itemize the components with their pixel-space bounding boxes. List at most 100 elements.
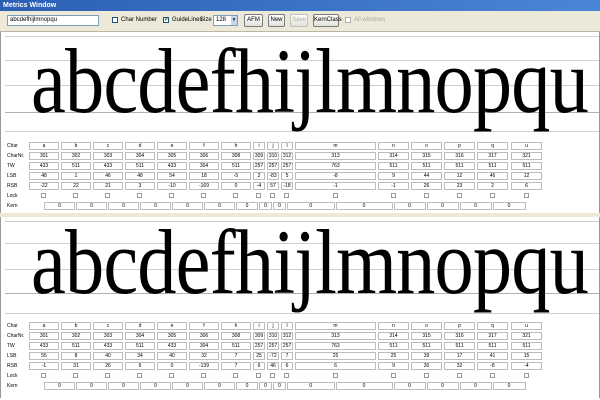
kern-field[interactable]: 0 [76,382,107,390]
charnr-field[interactable]: 308 [221,332,251,340]
lsb-field[interactable]: 1 [61,172,91,180]
kern-field[interactable]: 0 [273,202,286,210]
tw-field[interactable]: 433 [157,162,187,170]
lock-checkbox[interactable] [73,373,78,378]
rsb-field[interactable]: 6 [511,182,542,190]
kern-field[interactable]: 0 [492,202,526,210]
charnr-field[interactable]: 303 [93,332,123,340]
lsb-field[interactable]: 25 [378,352,409,360]
tw-field[interactable]: 433 [29,342,59,350]
kern-field[interactable]: 0 [236,382,258,390]
char-number-checkbox[interactable] [112,17,118,23]
rsb-field[interactable]: 57 [267,182,279,190]
kern-field[interactable]: 0 [140,202,171,210]
lsb-field[interactable]: 7 [281,352,293,360]
lock-checkbox[interactable] [233,193,238,198]
lsb-field[interactable]: 15 [511,352,542,360]
tw-field[interactable]: 511 [221,342,251,350]
lock-checkbox[interactable] [523,373,529,378]
tw-field[interactable]: 433 [29,162,59,170]
rsb-field[interactable]: 2 [477,182,508,190]
lsb-field[interactable]: -8 [295,172,376,180]
kern-field[interactable]: 0 [44,202,75,210]
charnr-field[interactable]: 312 [281,332,293,340]
tw-field[interactable]: 511 [378,162,409,170]
lock-checkbox[interactable] [256,193,261,198]
lsb-field[interactable]: 54 [157,172,187,180]
charnr-field[interactable]: 321 [511,152,542,160]
lock-checkbox[interactable] [423,373,429,378]
lsb-field[interactable]: 40 [157,352,187,360]
new-button[interactable]: New [268,14,285,27]
kern-field[interactable]: 0 [259,382,272,390]
lsb-field[interactable]: 25 [253,352,265,360]
rsb-field[interactable]: -169 [189,182,219,190]
charnr-field[interactable]: 301 [29,152,59,160]
tw-field[interactable]: 511 [125,162,155,170]
charnr-field[interactable]: 316 [444,332,475,340]
tw-field[interactable]: 433 [93,342,123,350]
lock-checkbox[interactable] [489,373,495,378]
kern-field[interactable]: 0 [492,382,526,390]
text-input[interactable]: abcdefhijlmnopqu [7,15,99,26]
tw-field[interactable]: 257 [253,342,265,350]
kern-field[interactable]: 0 [204,382,235,390]
lsb-field[interactable]: 44 [411,172,442,180]
kern-field[interactable]: 0 [172,382,203,390]
kern-field[interactable]: 0 [76,202,107,210]
lsb-field[interactable]: 12 [444,172,475,180]
tw-field[interactable]: 511 [477,342,508,350]
lock-checkbox[interactable] [390,373,396,378]
lock-checkbox[interactable] [284,193,289,198]
tw-field[interactable]: 257 [281,162,293,170]
charnr-field[interactable]: 306 [189,152,219,160]
tw-field[interactable]: 511 [444,342,475,350]
lsb-field[interactable]: 46 [93,172,123,180]
kern-field[interactable]: 0 [259,202,272,210]
rsb-field[interactable]: -1 [295,182,376,190]
rsb-field[interactable]: -18 [281,182,293,190]
kern-field[interactable]: 0 [287,202,335,210]
tw-field[interactable]: 511 [125,342,155,350]
all-windows-checkbox[interactable] [345,17,351,23]
tw-field[interactable]: 304 [189,162,219,170]
charnr-field[interactable]: 304 [125,332,155,340]
lsb-field[interactable]: 2 [253,172,265,180]
tw-field[interactable]: 763 [295,342,376,350]
kern-field[interactable]: 0 [140,382,171,390]
save-button[interactable]: Save [290,14,308,27]
lsb-field[interactable]: 46 [477,172,508,180]
charnr-field[interactable]: 301 [29,332,59,340]
lsb-field[interactable]: 12 [511,172,542,180]
charnr-field[interactable]: 317 [477,152,508,160]
lock-checkbox[interactable] [41,193,46,198]
lock-checkbox[interactable] [137,373,142,378]
tw-field[interactable]: 511 [378,342,409,350]
charnr-field[interactable]: 315 [411,332,442,340]
rsb-field[interactable]: -139 [189,362,219,370]
rsb-field[interactable]: -1 [29,362,59,370]
charnr-field[interactable]: 310 [267,332,279,340]
charnr-field[interactable]: 321 [511,332,542,340]
lsb-field[interactable]: -83 [267,172,279,180]
kern-field[interactable]: 0 [172,202,203,210]
rsb-field[interactable]: 22 [61,182,91,190]
kern-field[interactable]: 0 [459,382,492,390]
lock-checkbox[interactable] [456,373,462,378]
lock-checkbox[interactable] [169,193,174,198]
rsb-field[interactable]: 6 [281,362,293,370]
rsb-field[interactable]: 0 [157,362,187,370]
tw-field[interactable]: 257 [281,342,293,350]
lock-checkbox[interactable] [41,373,46,378]
rsb-field[interactable]: 9 [378,362,409,370]
charnr-field[interactable]: 313 [295,152,376,160]
lock-checkbox[interactable] [332,193,338,198]
charnr-field[interactable]: 317 [477,332,508,340]
rsb-field[interactable]: 26 [411,182,442,190]
rsb-field[interactable]: -10 [157,182,187,190]
lock-checkbox[interactable] [256,373,261,378]
rsb-field[interactable]: -22 [29,182,59,190]
lsb-field[interactable]: -72 [267,352,279,360]
lock-checkbox[interactable] [489,193,495,198]
lsb-field[interactable]: 34 [125,352,155,360]
